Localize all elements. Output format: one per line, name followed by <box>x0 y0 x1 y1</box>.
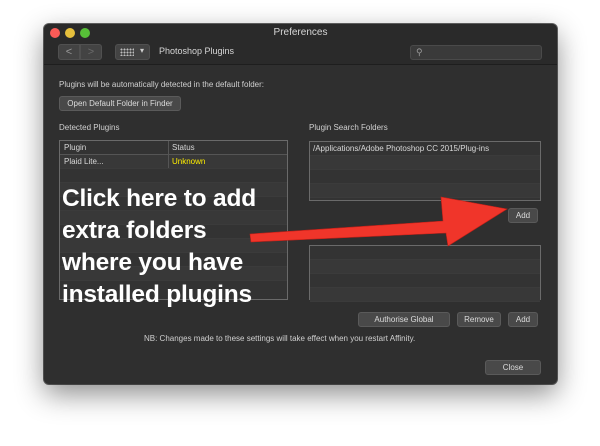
annotation-line: Click here to add <box>62 185 257 212</box>
arrow-shape <box>249 196 508 247</box>
annotation-line: extra folders <box>62 217 207 244</box>
annotation-line: installed plugins <box>62 281 252 308</box>
annotation-callout: Click here to add extra folders where yo… <box>62 183 256 311</box>
annotation-line: where you have <box>62 249 244 276</box>
